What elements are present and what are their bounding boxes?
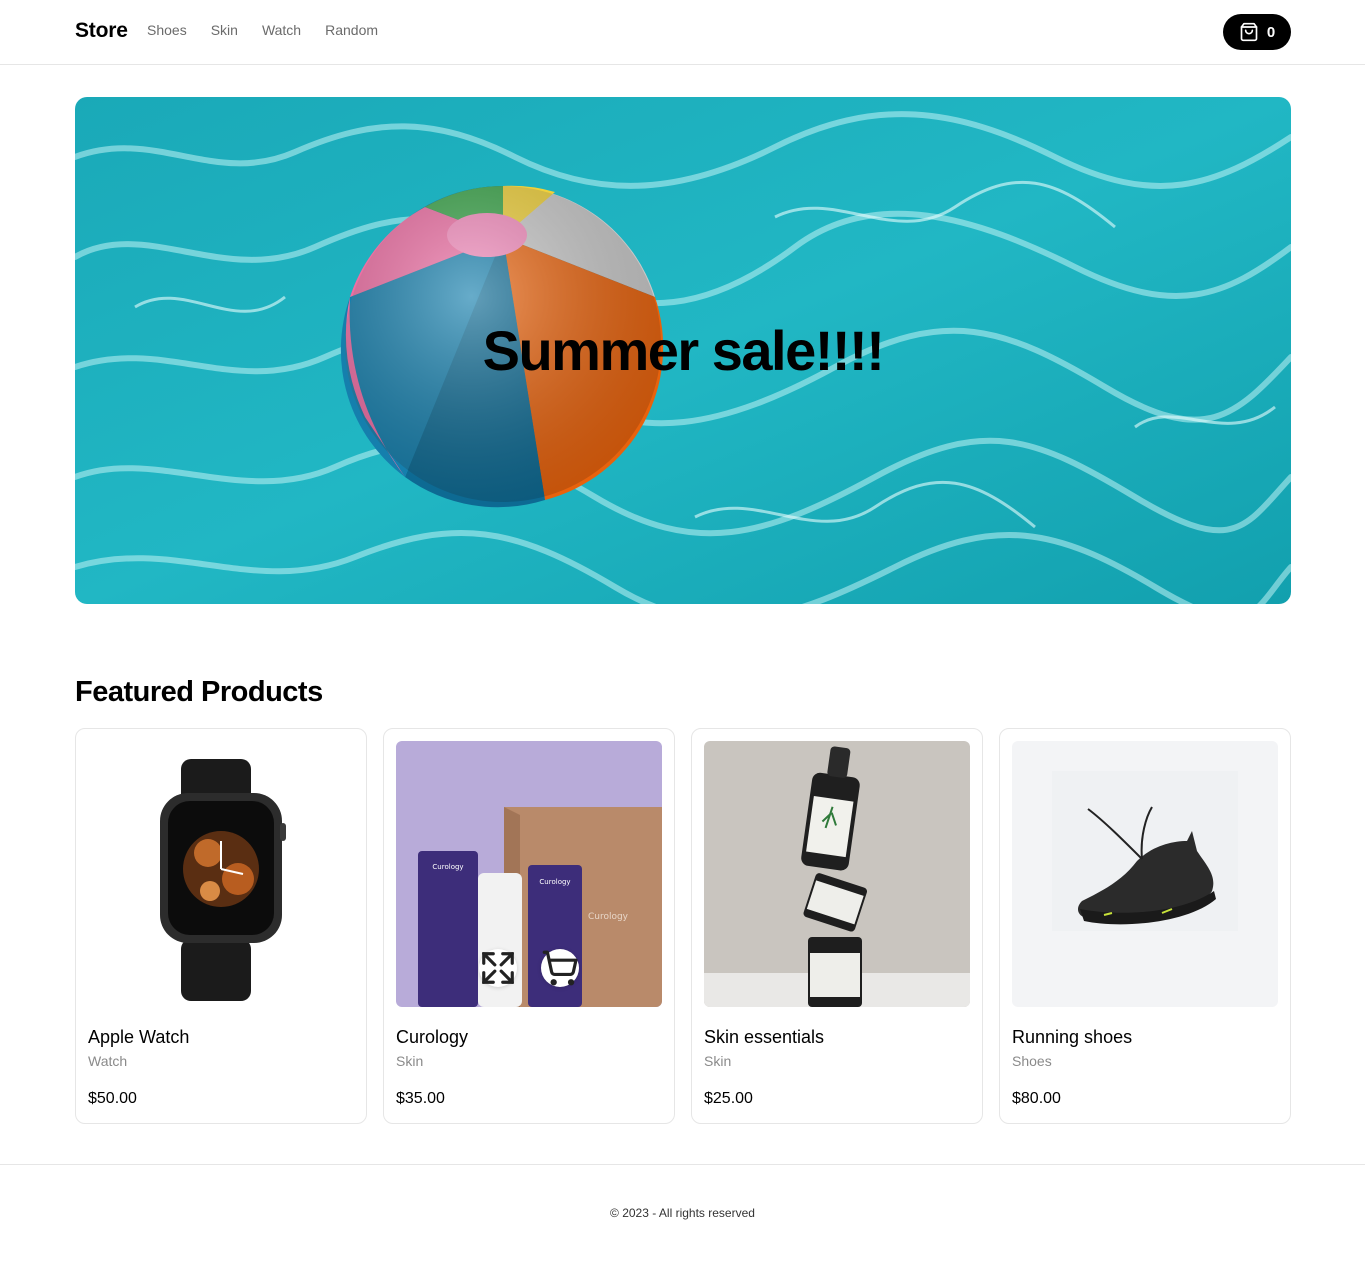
product-category: Watch: [88, 1053, 128, 1069]
nav-item-random[interactable]: Random: [325, 22, 378, 38]
nav-item-watch[interactable]: Watch: [262, 22, 301, 38]
product-category: Skin: [704, 1053, 732, 1069]
brand-logo[interactable]: Store: [75, 19, 128, 43]
product-image: Curology Curology Curology: [396, 741, 662, 1007]
product-list: Apple Watch Watch $50.00 Curology Curolo…: [75, 728, 1291, 1124]
product-price: $80.00: [1012, 1090, 1061, 1107]
product-price: $35.00: [396, 1090, 445, 1107]
product-category: Shoes: [1012, 1053, 1052, 1069]
curology-image: Curology Curology Curology: [396, 741, 662, 1007]
product-price: $25.00: [704, 1090, 753, 1107]
expand-icon[interactable]: [479, 949, 517, 987]
product-image: [1012, 741, 1278, 1007]
product-category: Skin: [396, 1053, 424, 1069]
nav-item-skin[interactable]: Skin: [211, 22, 238, 38]
product-name[interactable]: Curology: [396, 1027, 468, 1048]
product-card-curology[interactable]: Curology Curology Curology Curology Skin…: [383, 728, 675, 1124]
featured-products-title: Featured Products: [75, 676, 323, 708]
product-price: $50.00: [88, 1090, 137, 1107]
site-header: Store Shoes Skin Watch Random 0: [0, 0, 1365, 65]
running-shoe-image: [1012, 741, 1278, 1007]
site-footer: © 2023 - All rights reserved: [0, 1164, 1365, 1288]
svg-text:Curology: Curology: [588, 912, 629, 922]
cart-count: 0: [1266, 23, 1276, 41]
product-card-skin-essentials[interactable]: Skin essentials Skin $25.00: [691, 728, 983, 1124]
watch-image: [88, 741, 354, 1007]
cart-button[interactable]: 0: [1223, 14, 1291, 50]
product-card-apple-watch[interactable]: Apple Watch Watch $50.00: [75, 728, 367, 1124]
shopping-bag-icon: [1239, 22, 1259, 42]
product-name[interactable]: Running shoes: [1012, 1027, 1132, 1048]
hero-title: Summer sale!!!!: [482, 319, 885, 382]
cart-icon[interactable]: [541, 949, 579, 987]
skin-essentials-image: [704, 741, 970, 1007]
product-image: [88, 741, 354, 1007]
copyright-text: © 2023 - All rights reserved: [610, 1206, 755, 1220]
nav-item-shoes[interactable]: Shoes: [147, 22, 187, 38]
product-name[interactable]: Apple Watch: [88, 1027, 189, 1048]
product-card-running-shoes[interactable]: Running shoes Shoes $80.00: [999, 728, 1291, 1124]
svg-text:Curology: Curology: [432, 863, 463, 871]
product-image: [704, 741, 970, 1007]
main-nav: Shoes Skin Watch Random: [147, 22, 402, 38]
product-name[interactable]: Skin essentials: [704, 1027, 824, 1048]
